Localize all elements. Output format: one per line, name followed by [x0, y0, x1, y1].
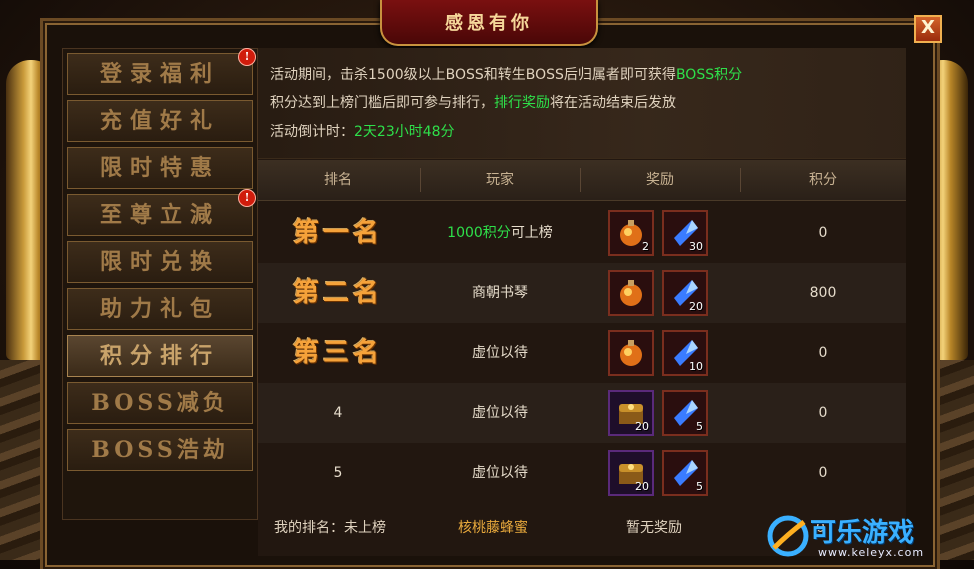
event-info: 活动期间，击杀1500级以上BOSS和转生BOSS后归属者即可获得BOSS积分 … — [258, 48, 906, 159]
menu-item-limited-exchange[interactable]: 限时兑换 — [67, 241, 253, 283]
menu-item-login-bonus[interactable]: 登录福利! — [67, 48, 256, 95]
potion-icon[interactable] — [608, 330, 654, 376]
table-row: 第三名 虚位以待 10 0 — [258, 323, 906, 383]
menu-item-support-pack[interactable]: 助力礼包 — [67, 288, 253, 330]
player-cell: 虚位以待 — [472, 345, 528, 361]
event-description-line1: 活动期间，击杀1500级以上BOSS和转生BOSS后归属者即可获得BOSS积分 — [270, 67, 743, 83]
crystal-icon[interactable]: 5 — [662, 390, 708, 436]
watermark-url: www.keleyx.com — [818, 546, 925, 559]
menu-item-boss-reduction[interactable]: BOSS减负 — [67, 382, 253, 424]
crystal-icon[interactable]: 30 — [662, 210, 708, 256]
score-cell: 0 — [818, 225, 828, 241]
crystal-icon[interactable]: 10 — [662, 330, 708, 376]
my-reward: 暂无奖励 — [626, 520, 682, 536]
treasure-chest-icon[interactable]: 20 — [608, 390, 654, 436]
header-score: 积分 — [809, 172, 837, 188]
my-rank: 我的排名：未上榜 — [274, 520, 386, 536]
watermark-text: 可乐游戏 — [810, 518, 915, 548]
alert-badge: ! — [238, 189, 256, 207]
rank-cell: 4 — [333, 405, 343, 421]
table-header: 排名 玩家 奖励 积分 — [258, 160, 906, 201]
sidebar-menu: 登录福利! 充值好礼 限时特惠 至尊立減! 限时兑换 助力礼包 积分排行 BOS… — [62, 48, 258, 520]
crystal-icon[interactable]: 5 — [662, 450, 708, 496]
panel-title: 感恩有你 — [445, 13, 533, 34]
menu-item-limited-offer[interactable]: 限时特惠 — [67, 147, 253, 189]
score-cell: 800 — [809, 285, 837, 301]
header-rank: 排名 — [324, 172, 352, 188]
table-row: 第一名 1000积分可上榜 2 30 0 — [258, 203, 906, 263]
score-cell: 0 — [818, 345, 828, 361]
rank-cell: 5 — [333, 465, 343, 481]
player-cell: 虚位以待 — [472, 465, 528, 481]
watermark-logo-icon — [767, 515, 809, 557]
my-player-name: 核桃藤蜂蜜 — [458, 520, 528, 536]
score-cell: 0 — [818, 405, 828, 421]
treasure-chest-icon[interactable]: 20 — [608, 450, 654, 496]
game-window: 感恩有你 X 登录福利! 充值好礼 限时特惠 至尊立減! 限时兑换 助力礼包 积… — [0, 0, 974, 569]
table-row: 4 虚位以待 20 5 0 — [258, 383, 906, 443]
crystal-icon[interactable]: 20 — [662, 270, 708, 316]
player-cell: 商朝书琴 — [472, 285, 528, 301]
table-row: 第二名 商朝书琴 20 800 — [258, 263, 906, 323]
event-description-line2: 积分达到上榜门槛后即可参与排行，排行奖励将在活动结束后发放 — [270, 95, 676, 111]
header-reward: 奖励 — [646, 172, 674, 188]
potion-icon[interactable] — [608, 270, 654, 316]
site-watermark: 可乐游戏 www.keleyx.com — [760, 508, 974, 568]
potion-icon[interactable]: 2 — [608, 210, 654, 256]
ranking-panel: 活动期间，击杀1500级以上BOSS和转生BOSS后归属者即可获得BOSS积分 … — [258, 48, 906, 556]
rank-cell: 第三名 — [292, 338, 383, 368]
player-cell: 1000积分可上榜 — [447, 225, 553, 241]
table-row: 5 虚位以待 20 5 0 — [258, 443, 906, 503]
menu-item-recharge-gift[interactable]: 充值好礼 — [67, 100, 253, 142]
score-cell: 0 — [818, 465, 828, 481]
menu-item-supreme-discount[interactable]: 至尊立減! — [67, 189, 256, 236]
header-player: 玩家 — [486, 172, 514, 188]
rank-cell: 第一名 — [292, 218, 383, 248]
rank-cell: 第二名 — [292, 278, 383, 308]
player-cell: 虚位以待 — [472, 405, 528, 421]
alert-badge: ! — [238, 48, 256, 66]
event-countdown: 活动倒计时：2天23小时48分 — [270, 124, 455, 140]
title-banner: 感恩有你 — [380, 0, 598, 46]
menu-item-boss-havoc[interactable]: BOSS浩劫 — [67, 429, 253, 471]
menu-item-points-ranking[interactable]: 积分排行 — [67, 335, 253, 377]
close-button[interactable]: X — [914, 15, 942, 43]
